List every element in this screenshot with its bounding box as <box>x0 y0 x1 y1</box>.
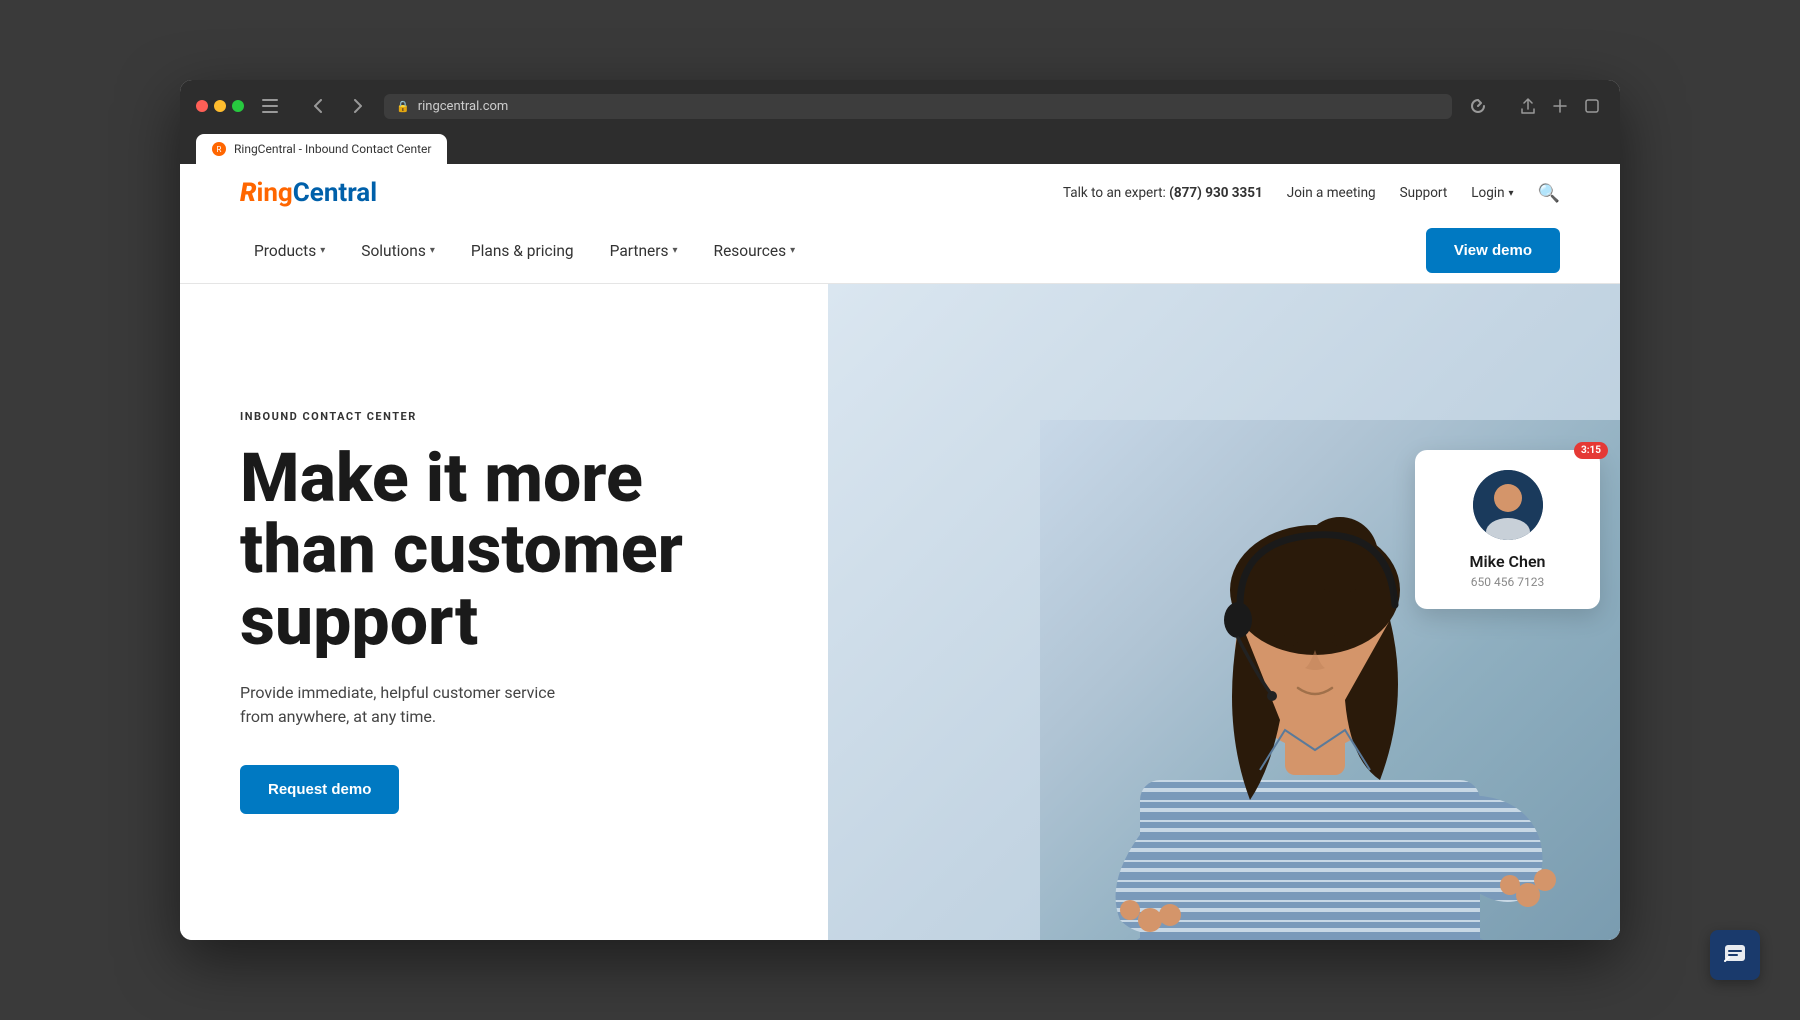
hero-section: INBOUND CONTACT CENTER Make it more than… <box>180 284 1620 940</box>
hero-eyebrow: INBOUND CONTACT CENTER <box>240 410 683 423</box>
nav-item-products[interactable]: Products ▾ <box>240 232 339 270</box>
share-button[interactable] <box>1516 94 1540 118</box>
nav-item-solutions[interactable]: Solutions ▾ <box>347 232 449 270</box>
active-tab[interactable]: R RingCentral - Inbound Contact Center <box>196 134 447 164</box>
join-meeting-link[interactable]: Join a meeting <box>1287 185 1376 201</box>
expert-phone[interactable]: (877) 930 3351 <box>1169 185 1263 201</box>
chevron-down-icon: ▾ <box>790 245 795 256</box>
browser-window: 🔒 ringcentral.com R RingCen <box>180 80 1620 940</box>
tabs-button[interactable] <box>1580 94 1604 118</box>
traffic-lights <box>196 100 244 112</box>
lock-icon: 🔒 <box>396 100 410 113</box>
chat-icon <box>1723 943 1747 967</box>
hero-image: 3:15 Mike Chen 650 456 7123 <box>1040 420 1620 940</box>
logo-ring-text: Ring <box>240 178 293 208</box>
browser-controls: 🔒 ringcentral.com <box>196 92 1604 120</box>
forward-button[interactable] <box>344 92 372 120</box>
hero-subtext: Provide immediate, helpful customer serv… <box>240 681 683 729</box>
address-bar[interactable]: 🔒 ringcentral.com <box>384 94 1452 119</box>
avatar-illustration <box>1473 470 1543 540</box>
reload-button[interactable] <box>1464 92 1492 120</box>
request-demo-button[interactable]: Request demo <box>240 765 399 814</box>
site-header: Ring Central Talk to an expert: (877) 93… <box>180 164 1620 284</box>
back-button[interactable] <box>304 92 332 120</box>
url-text: ringcentral.com <box>418 99 509 114</box>
chevron-down-icon: ▾ <box>320 245 325 256</box>
nav-item-partners[interactable]: Partners ▾ <box>596 232 692 270</box>
chevron-down-icon: ▾ <box>672 245 677 256</box>
hero-visual: 3:15 Mike Chen 650 456 7123 <box>683 284 1560 940</box>
hero-content: INBOUND CONTACT CENTER Make it more than… <box>240 284 683 940</box>
browser-actions <box>1516 94 1604 118</box>
nav-item-plans[interactable]: Plans & pricing <box>457 232 588 270</box>
expert-label: Talk to an expert: (877) 930 3351 <box>1063 185 1263 201</box>
logo-central-text: Central <box>293 178 377 208</box>
maximize-button[interactable] <box>232 100 244 112</box>
close-button[interactable] <box>196 100 208 112</box>
nav-item-resources[interactable]: Resources ▾ <box>700 232 810 270</box>
header-right: Talk to an expert: (877) 930 3351 Join a… <box>1063 183 1560 204</box>
minimize-button[interactable] <box>214 100 226 112</box>
search-icon[interactable]: 🔍 <box>1538 183 1560 204</box>
view-demo-button[interactable]: View demo <box>1426 228 1560 273</box>
hero-headline: Make it more than customer support <box>240 443 683 657</box>
website-content: Ring Central Talk to an expert: (877) 93… <box>180 164 1620 940</box>
browser-tab-bar: R RingCentral - Inbound Contact Center <box>196 130 1604 164</box>
login-button[interactable]: Login ▾ <box>1471 185 1513 201</box>
tab-title: RingCentral - Inbound Contact Center <box>234 142 431 156</box>
site-nav: Products ▾ Solutions ▾ Plans & pricing P… <box>240 218 1560 283</box>
chat-button[interactable] <box>1710 930 1760 980</box>
call-timer-badge: 3:15 <box>1574 442 1608 459</box>
browser-chrome: 🔒 ringcentral.com R RingCen <box>180 80 1620 164</box>
caller-avatar <box>1473 470 1543 540</box>
caller-name: Mike Chen <box>1470 552 1546 571</box>
new-tab-button[interactable] <box>1548 94 1572 118</box>
chevron-down-icon: ▾ <box>1509 188 1514 199</box>
header-top: Ring Central Talk to an expert: (877) 93… <box>240 164 1560 218</box>
chevron-down-icon: ▾ <box>430 245 435 256</box>
caller-number: 650 456 7123 <box>1471 575 1544 589</box>
sidebar-toggle-button[interactable] <box>256 92 284 120</box>
call-card: 3:15 Mike Chen 650 456 7123 <box>1415 450 1600 609</box>
support-link[interactable]: Support <box>1400 185 1448 201</box>
logo[interactable]: Ring Central <box>240 178 377 208</box>
tab-favicon: R <box>212 142 226 156</box>
